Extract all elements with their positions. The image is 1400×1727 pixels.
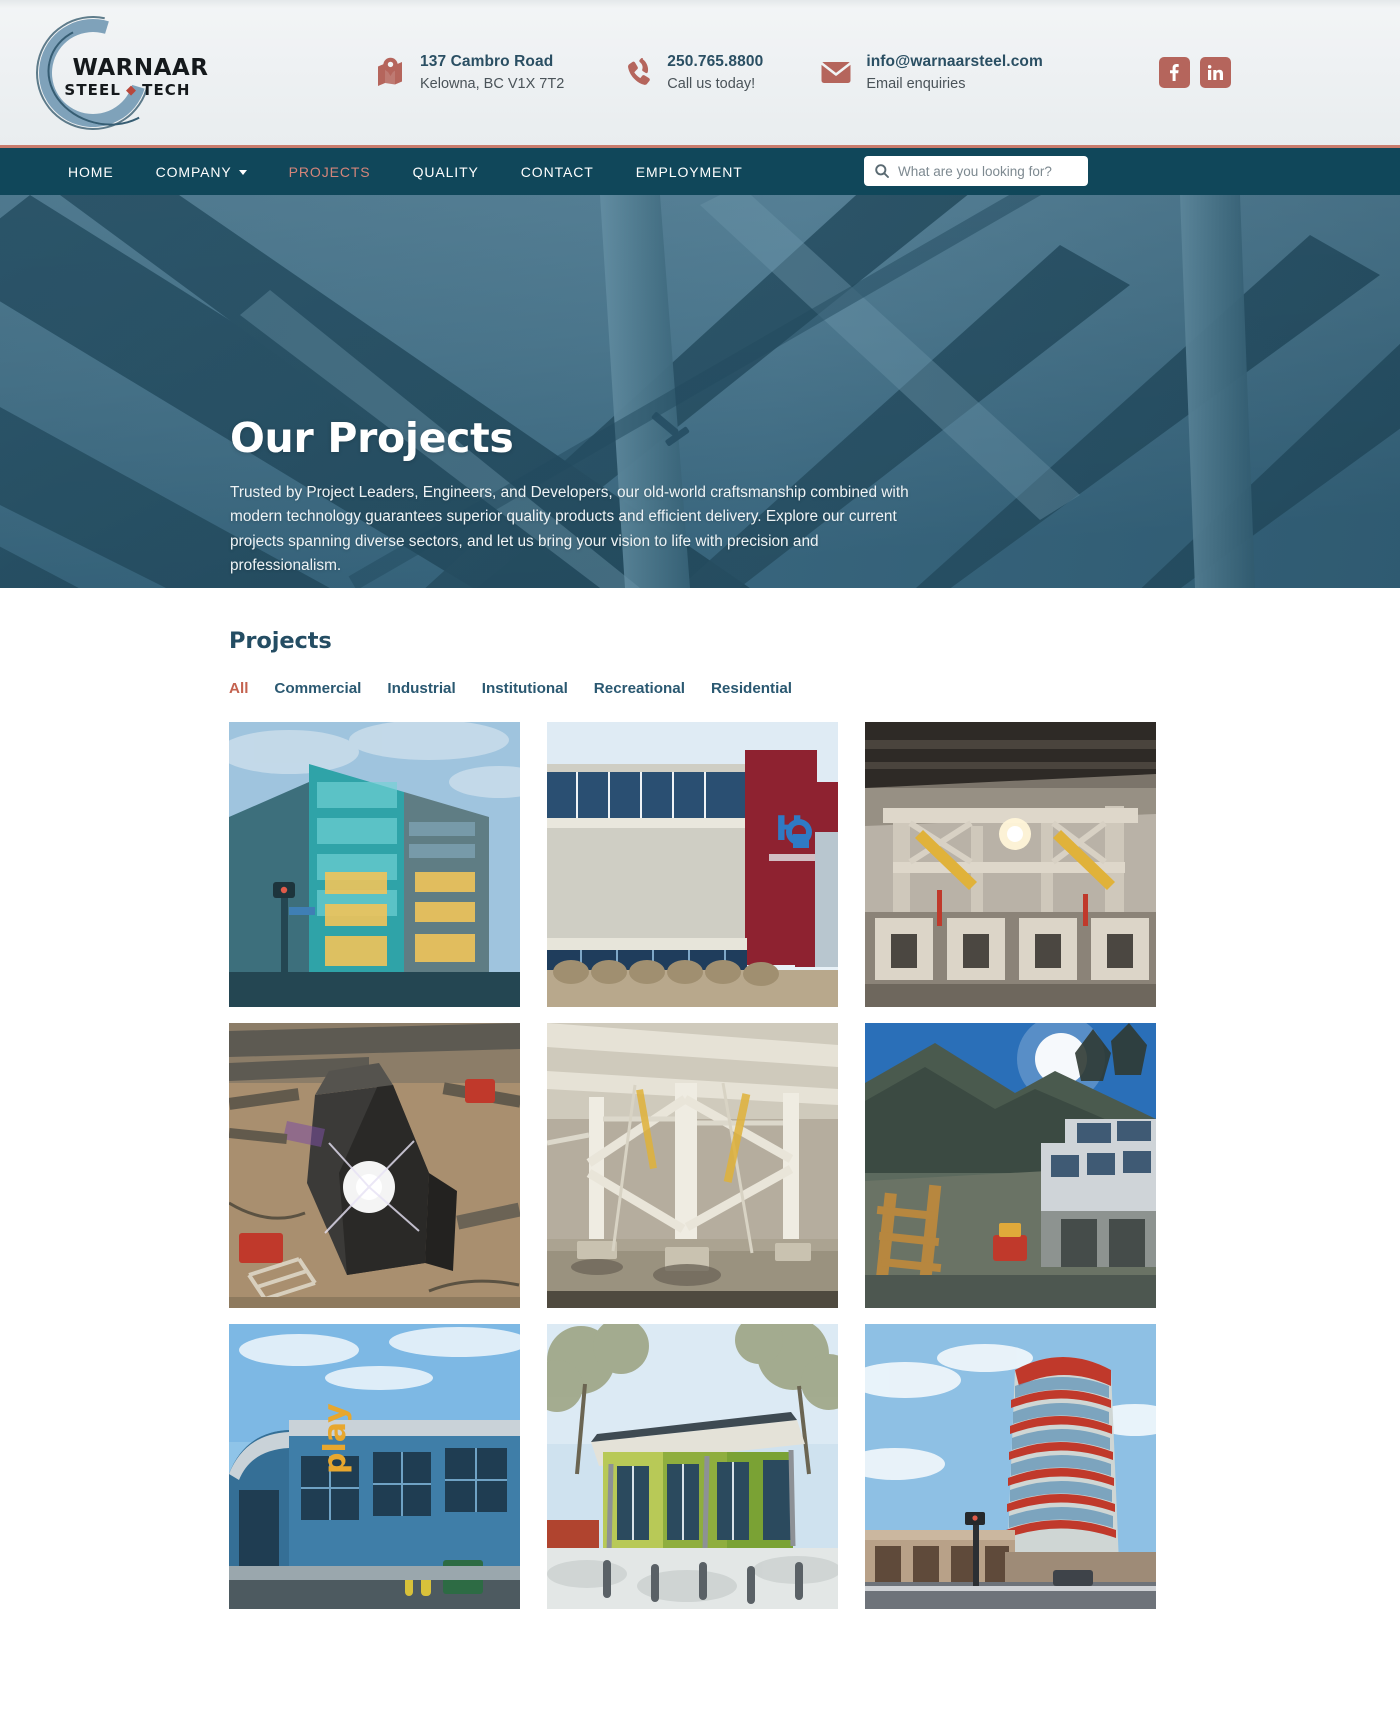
project-tile-red-curved-highrise[interactable] [865, 1324, 1156, 1609]
phone-icon [622, 56, 652, 88]
project-tile-industrial-interior-steel-frame[interactable] [865, 722, 1156, 1007]
nav-item-contact-label: CONTACT [520, 163, 594, 180]
project-tile-glass-office-building[interactable] [229, 722, 520, 1007]
nav-item-home-label: HOME [68, 163, 114, 180]
nav-item-company-label: COMPANY [155, 163, 232, 180]
facebook-icon[interactable] [1158, 56, 1190, 88]
nav-item-projects[interactable]: PROJECTS [289, 164, 371, 180]
project-tile-structural-steel-columns-site[interactable] [547, 1023, 838, 1308]
filter-commercial[interactable]: Commercial [274, 680, 361, 697]
chevron-down-icon [238, 170, 247, 175]
projects-section: Projects All Commercial Industrial Insti… [0, 588, 1400, 1609]
contact-email[interactable]: info@warnaarsteel.com Email enquiries [821, 51, 1043, 94]
contact-address[interactable]: 137 Cambro Road Kelowna, BC V1X 7T2 [375, 51, 564, 94]
contact-phone-title: 250.765.8800 [667, 53, 764, 71]
filter-all[interactable]: All [229, 680, 248, 697]
contact-email-sub: Email enquiries [866, 75, 966, 92]
contact-phone[interactable]: 250.765.8800 Call us today! [622, 51, 763, 94]
page-title: Our Projects [230, 414, 514, 462]
project-tile-hillside-construction-sunny[interactable] [865, 1023, 1156, 1308]
svg-text:play: play [318, 1403, 353, 1474]
logo[interactable]: WARNAAR STEEL ◆ TECH [0, 0, 215, 152]
projects-grid: H [229, 722, 1189, 1609]
section-title: Projects [229, 628, 332, 654]
nav-item-employment[interactable]: EMPLOYMENT [636, 164, 743, 180]
logo-wordmark-steel: STEEL [64, 80, 122, 99]
contact-address-title: 137 Cambro Road [420, 53, 554, 71]
project-tile-blue-play-building[interactable]: play [229, 1324, 520, 1609]
filter-institutional[interactable]: Institutional [482, 680, 568, 697]
nav-item-company[interactable]: COMPANY [156, 164, 247, 180]
search-icon [875, 164, 889, 178]
nav-item-home[interactable]: HOME [68, 164, 114, 180]
filter-residential[interactable]: Residential [711, 680, 792, 697]
logo-wordmark-tech: TECH [142, 80, 191, 99]
nav-item-contact[interactable]: CONTACT [521, 164, 594, 180]
contact-phone-sub: Call us today! [667, 75, 756, 92]
logo-wordmark-top: WARNAAR [72, 54, 209, 81]
hero-banner: Our Projects Trusted by Project Leaders,… [0, 195, 1400, 588]
hero-description: Trusted by Project Leaders, Engineers, a… [230, 484, 909, 575]
envelope-icon [821, 56, 852, 88]
filter-recreational[interactable]: Recreational [594, 680, 685, 697]
filter-industrial[interactable]: Industrial [387, 680, 455, 697]
nav-item-quality-label: QUALITY [412, 163, 479, 180]
header-contact-list: 137 Cambro Road Kelowna, BC V1X 7T2 250.… [375, 51, 1231, 94]
project-filter-tabs: All Commercial Industrial Institutional … [229, 680, 1189, 697]
nav-item-employment-label: EMPLOYMENT [635, 163, 743, 180]
nav-item-quality[interactable]: QUALITY [413, 164, 479, 180]
social-links [1158, 56, 1231, 88]
main-navigation: HOME COMPANY PROJECTS QUALITY CONTACT EM… [0, 148, 1400, 195]
site-header: WARNAAR STEEL ◆ TECH 137 Cambro Road Kel… [0, 0, 1400, 152]
search-box[interactable] [864, 156, 1088, 186]
nav-item-projects-label: PROJECTS [288, 163, 371, 180]
contact-email-title: info@warnaarsteel.com [866, 53, 1043, 71]
maple-diamond-icon: ◆ [126, 82, 138, 98]
search-input[interactable] [898, 163, 1077, 179]
project-tile-school-canopy-entrance[interactable] [547, 1324, 838, 1609]
contact-address-sub: Kelowna, BC V1X 7T2 [420, 75, 565, 92]
linkedin-icon[interactable] [1199, 56, 1231, 88]
map-pin-icon [375, 56, 405, 88]
project-tile-red-facade-h2o-centre[interactable]: H [547, 722, 838, 1007]
project-tile-welding-fabrication-yard[interactable] [229, 1023, 520, 1308]
